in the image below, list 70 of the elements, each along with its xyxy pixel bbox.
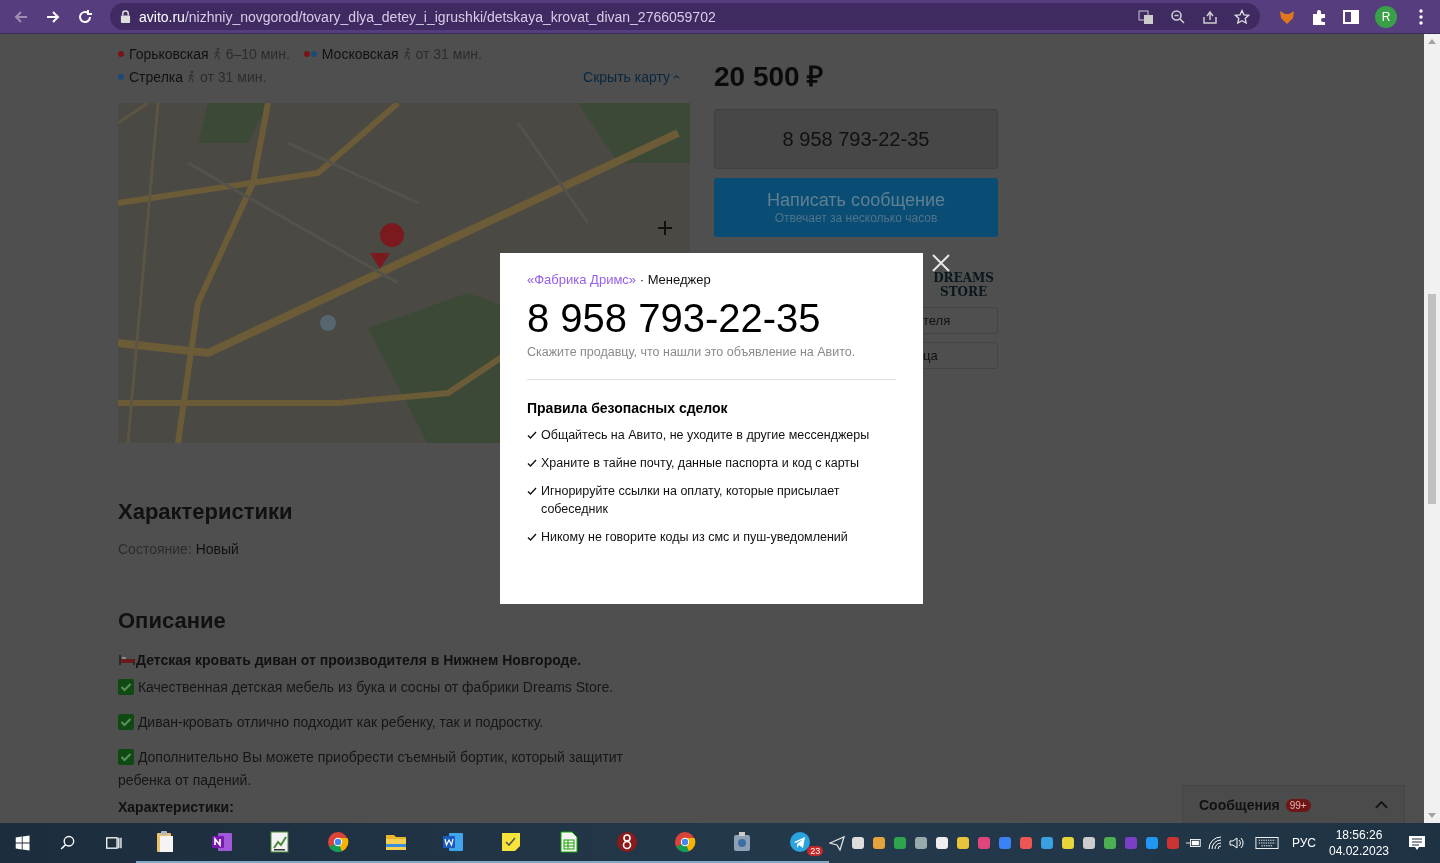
description-point: Дополнительно Вы можете приобрести съемный бортик, который защитит ребенка от падений. — [118, 748, 625, 790]
bed-icon — [118, 654, 136, 666]
profile-avatar[interactable]: R — [1375, 5, 1397, 28]
walking-icon — [402, 47, 412, 60]
tick-icon — [527, 532, 537, 542]
check-mark-icon — [118, 679, 134, 695]
subheading: Характеристики: — [118, 799, 235, 815]
spreadsheet-icon — [557, 830, 581, 854]
tick-icon — [527, 430, 537, 440]
description-point: Диван-кровать отлично подходит как ребенку, так и подростку. — [118, 711, 658, 734]
keyboard-icon[interactable] — [1254, 836, 1279, 850]
notification-badge: 23 — [807, 846, 824, 856]
rules-heading: Правила безопасных сделок — [527, 400, 729, 416]
browser-icon — [325, 830, 350, 854]
word-document-icon — [441, 830, 466, 854]
station-name: Московская — [321, 45, 399, 62]
walking-icon — [187, 70, 197, 83]
messages-widget[interactable]: Сообщения 99+ — [1182, 785, 1405, 823]
walking-icon — [212, 47, 222, 60]
language-indicator[interactable]: РУС — [1291, 836, 1316, 850]
seller-logo: DREAMS STORE — [933, 271, 994, 299]
notebook-icon — [210, 830, 235, 854]
seller-link[interactable]: «Фабрика Дримс» — [527, 272, 637, 287]
rule-text: Общайтесь на Авито, не уходите в другие мессенджеры — [541, 427, 871, 444]
rule-text: Храните в тайне почту, данные паспорта и код с карты — [541, 455, 861, 472]
wifi-icon[interactable] — [1206, 835, 1223, 851]
rule-text: Игнорируйте ссылки на оплату, которые присылает собеседник — [541, 483, 841, 518]
speaker-icon[interactable] — [1227, 835, 1244, 851]
station-name: Горьковская — [129, 45, 209, 62]
tray-icon[interactable] — [954, 835, 971, 851]
phone-number: 8 958 793-22-35 — [527, 295, 822, 341]
scrollbar[interactable] — [1424, 34, 1440, 823]
description-lead: Детская кровать диван от производителя в Нижнем Новгороде. — [136, 652, 582, 668]
star-icon[interactable] — [1234, 8, 1250, 25]
tray-icon[interactable] — [912, 835, 929, 851]
address-bar[interactable]: avito.ru/nizhniy_novgorod/tovary_dlya_detey_i_igrushki/detskaya_krovat_divan_2766059702 — [110, 3, 1260, 30]
tick-icon — [527, 486, 537, 496]
hint-text: Скажите продавцу, что нашли это объявление на Авито. — [527, 345, 857, 359]
tray-icon[interactable] — [1059, 835, 1076, 851]
zoom-icon[interactable] — [1170, 8, 1186, 25]
notifications-icon[interactable] — [1408, 834, 1427, 852]
description-point: Качественная детская мебель из бука и сосны от фабрики Dreams Store. — [118, 676, 658, 699]
taskbar-app[interactable]: 23 — [771, 823, 829, 863]
check-mark-icon — [118, 749, 134, 765]
scroll-thumb[interactable] — [1428, 294, 1436, 504]
field-value: Новый — [195, 541, 239, 557]
ring-app-icon — [614, 830, 639, 854]
close-icon[interactable] — [931, 253, 951, 273]
unread-badge: 99+ — [1285, 798, 1311, 812]
rule-text: Никому не говорите коды из смс и пуш-уведомлений — [541, 529, 849, 546]
tray-icon[interactable] — [870, 835, 887, 851]
translate-icon[interactable] — [1138, 8, 1154, 25]
tray-icon[interactable] — [1038, 835, 1055, 851]
station-name: Стрелка — [129, 68, 184, 85]
tray-icon[interactable] — [1080, 835, 1097, 851]
lock-icon — [120, 10, 131, 23]
tray-icon[interactable] — [933, 835, 950, 851]
section-heading: Описание — [118, 608, 226, 634]
section-heading: Характеристики — [118, 499, 293, 525]
tick-icon — [527, 458, 537, 468]
tray-icon[interactable] — [849, 835, 866, 851]
seller-role: · Менеджер — [639, 272, 711, 287]
check-mark-icon — [118, 714, 134, 730]
url-text: avito.ru/nizhniy_novgorod/tovary_dlya_detey_i_igrushki/detskaya_krovat_divan_2766059702 — [139, 8, 717, 25]
share-icon[interactable] — [1202, 8, 1218, 25]
price: 20 500 ₽ — [714, 60, 825, 88]
browser-icon — [672, 830, 697, 854]
send-icon[interactable] — [828, 835, 845, 851]
clock[interactable]: 18:56:26 04.02.2023 — [1328, 827, 1390, 859]
tray-icon[interactable] — [1101, 835, 1118, 851]
